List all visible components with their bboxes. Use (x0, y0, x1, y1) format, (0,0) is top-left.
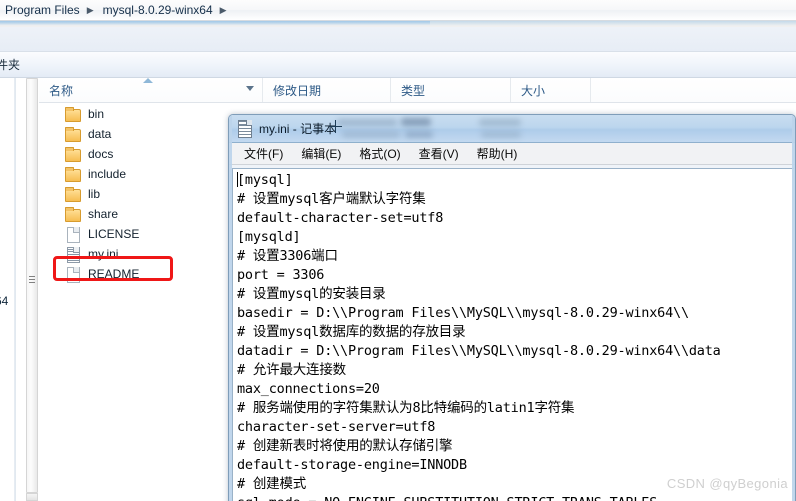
breadcrumb-item-mysql-folder[interactable]: mysql-8.0.29-winx64 (100, 2, 216, 18)
notepad-title: my.ini - 记事本 (259, 122, 337, 136)
text-line: [mysqld] (237, 229, 301, 245)
redacted-region (342, 131, 400, 138)
sort-ascending-icon (143, 78, 153, 83)
file-name: bin (88, 107, 105, 121)
breadcrumb-separator-icon: ▶ (86, 4, 94, 15)
text-line: # 创建新表时将使用的默认存储引擎 (237, 438, 453, 454)
file-name: README (88, 267, 140, 281)
text-line: datadir = D:\\Program Files\\MySQL\\mysq… (237, 343, 721, 359)
crosshair-cursor-icon (329, 120, 342, 133)
column-header-row: 名称 修改日期 类型 大小 (39, 78, 796, 103)
menu-item-view[interactable]: 查看(V) (410, 143, 468, 164)
screenshot-root: Program Files ▶ mysql-8.0.29-winx64 ▶ ) … (0, 0, 796, 501)
notepad-window[interactable]: my.ini - 记事本 文件(F) 编辑(E) 格式(O) 查看(V) 帮助(… (228, 114, 796, 501)
search-row[interactable]: ) (0, 27, 796, 52)
menu-item-help[interactable]: 帮助(H) (468, 143, 527, 164)
file-name: data (88, 127, 112, 141)
notepad-text-area[interactable]: [mysql] # 设置mysql客户端默认字符集 default-charac… (232, 168, 794, 501)
file-name: share (88, 207, 119, 221)
menu-item-file[interactable]: 文件(F) (235, 143, 292, 164)
redacted-region (479, 119, 521, 126)
text-caret (237, 172, 238, 187)
explorer-toolbar[interactable]: 件夹 (0, 52, 796, 78)
file-icon (64, 266, 82, 283)
toolbar-new-folder-label: 件夹 (0, 58, 21, 72)
text-line: basedir = D:\\Program Files\\MySQL\\mysq… (237, 305, 689, 321)
redacted-region (401, 118, 431, 126)
breadcrumb-item-program-files[interactable]: Program Files (2, 2, 83, 18)
text-line: default-character-set=utf8 (237, 210, 444, 226)
folder-icon (64, 166, 82, 182)
column-header-size-label: 大小 (521, 83, 546, 98)
text-line: # 设置mysql数据库的数据的存放目录 (237, 324, 466, 340)
folder-icon (64, 206, 82, 222)
folder-icon (64, 126, 82, 142)
horizontal-scrollbar[interactable] (26, 493, 38, 501)
file-name: docs (88, 147, 114, 161)
pane-divider (14, 78, 16, 501)
text-line: max_connections=20 (237, 381, 380, 397)
breadcrumb-separator-icon-2[interactable]: ▶ (216, 5, 233, 15)
address-bar[interactable]: Program Files ▶ mysql-8.0.29-winx64 ▶ (0, 0, 796, 21)
column-header-name[interactable]: 名称 (39, 78, 263, 102)
redacted-region (481, 131, 521, 138)
file-name: include (88, 167, 127, 181)
text-line: # 设置mysql客户端默认字符集 (237, 191, 426, 207)
column-header-size[interactable]: 大小 (511, 78, 591, 102)
text-line: sql_mode = NO_ENGINE_SUBSTITUTION,STRICT… (237, 494, 794, 501)
notepad-icon (237, 120, 253, 138)
file-icon (64, 226, 82, 243)
menu-item-format[interactable]: 格式(O) (350, 143, 409, 164)
text-line: # 服务端使用的字符集默认为8比特编码的latin1字符集 (237, 400, 575, 416)
navigation-pane-clipped-text: 64 (0, 294, 9, 308)
address-bar-shadow-accent (0, 21, 430, 25)
text-line: character-set-server=utf8 (237, 419, 436, 435)
column-header-date-label: 修改日期 (273, 83, 322, 98)
splitter-grip-icon (29, 276, 35, 285)
column-header-name-label: 名称 (49, 83, 74, 98)
folder-icon (64, 186, 82, 202)
text-line: port = 3306 (237, 267, 325, 283)
notepad-title-bar[interactable]: my.ini - 记事本 (229, 115, 795, 143)
menu-item-edit[interactable]: 编辑(E) (292, 143, 350, 164)
column-header-date[interactable]: 修改日期 (263, 78, 391, 102)
column-header-filler (591, 78, 796, 102)
text-line: [mysql] (237, 172, 293, 188)
pane-splitter[interactable] (25, 78, 38, 501)
text-line: # 设置mysql的安装目录 (237, 286, 386, 302)
folder-icon (64, 106, 82, 122)
file-name: lib (88, 187, 101, 201)
redacted-region (337, 119, 397, 126)
column-header-type-label: 类型 (401, 83, 426, 98)
text-line: # 设置3306端口 (237, 248, 338, 264)
ini-file-icon (64, 246, 82, 263)
chevron-down-icon[interactable] (246, 86, 254, 91)
splitter-track[interactable] (26, 78, 38, 493)
notepad-menu-bar[interactable]: 文件(F) 编辑(E) 格式(O) 查看(V) 帮助(H) (229, 143, 795, 165)
redacted-region (405, 131, 433, 138)
folder-icon (64, 146, 82, 162)
text-line: default-storage-engine=INNODB (237, 457, 467, 473)
watermark: CSDN @qyBegonia (666, 476, 788, 491)
file-name: LICENSE (88, 227, 140, 241)
text-line: # 允许最大连接数 (237, 362, 346, 378)
column-header-type[interactable]: 类型 (391, 78, 511, 102)
file-name: my.ini (88, 247, 119, 261)
